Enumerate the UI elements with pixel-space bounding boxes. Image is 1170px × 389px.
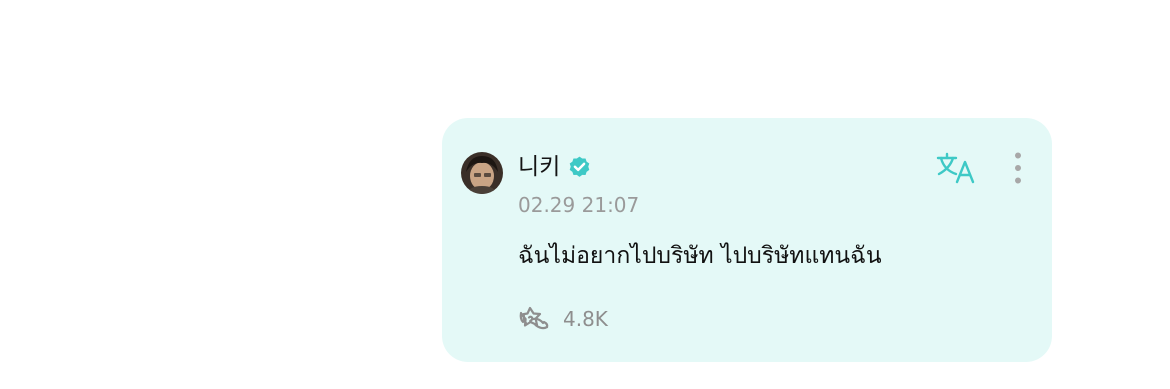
- post-message: ฉันไม่อยากไปบริษัท ไปบริษัทแทนฉัน: [518, 243, 882, 269]
- reaction-button[interactable]: 4.8K: [518, 304, 608, 334]
- post-card: 니키 02.29 21:07 ฉันไม่อยากไปบริษัท ไปบริษ…: [442, 118, 1052, 362]
- more-vertical-icon[interactable]: [1008, 152, 1028, 184]
- post-timestamp: 02.29 21:07: [518, 193, 640, 217]
- author-name: 니키: [518, 154, 561, 180]
- reaction-count: 4.8K: [563, 307, 608, 331]
- translate-icon[interactable]: [936, 152, 976, 184]
- verified-badge-icon: [569, 156, 590, 177]
- avatar[interactable]: [461, 152, 503, 194]
- reaction-icon: [519, 306, 549, 330]
